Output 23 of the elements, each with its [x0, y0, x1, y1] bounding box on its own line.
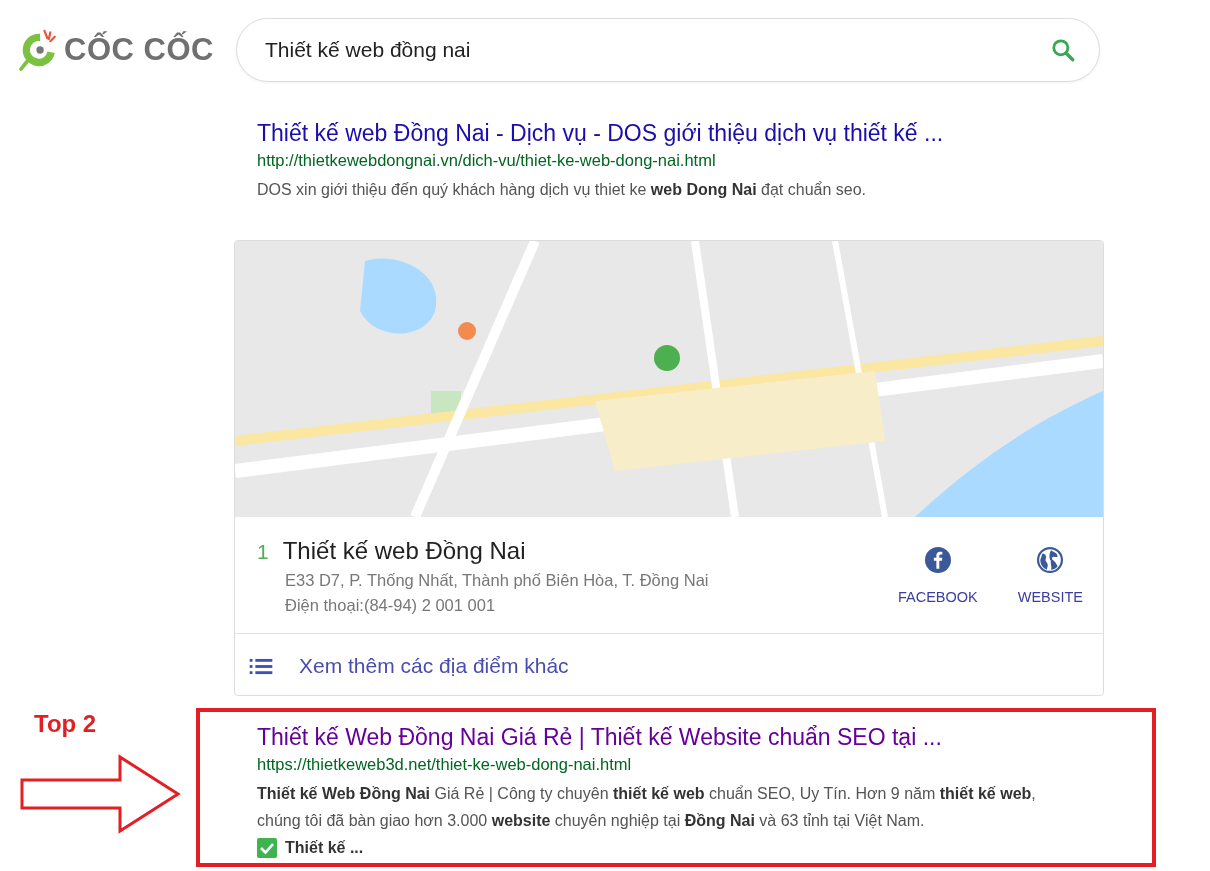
place-address: E33 D7, P. Thống Nhất, Thành phố Biên Hòa, T. Đồng Nai	[285, 571, 709, 590]
result-snippet: Thiết kế ...	[285, 838, 364, 858]
logo-text: CỐC CỐC	[64, 32, 214, 68]
annotation-label: Top 2	[34, 710, 97, 738]
result-title[interactable]: Thiết kế Web Đồng Nai Giá Rẻ | Thiết kế Website chuẩn SEO tại ...	[257, 724, 942, 751]
globe-icon	[1037, 547, 1064, 573]
place-number: 1	[257, 540, 269, 564]
arrow-icon	[20, 754, 182, 834]
result-url: https://thietkeweb3d.net/thiet-ke-web-dong-nai.html	[257, 755, 632, 774]
checkmark-icon	[257, 837, 277, 858]
result-url: http://thietkewebdongnai.vn/dich-vu/thiet-ke-web-dong-nai.html	[257, 151, 716, 170]
facebook-link[interactable]: FACEBOOK	[897, 547, 978, 615]
list-icon	[249, 657, 273, 675]
facebook-icon	[924, 547, 951, 573]
place-name[interactable]: Thiết kế web Đồng Nai	[282, 537, 526, 565]
search-field[interactable]: Thiết kế web đồng nai	[236, 18, 1100, 82]
result-title[interactable]: Thiết kế web Đồng Nai - Dịch vụ - DOS giới thiệu dịch vụ thiết kế ...	[257, 120, 944, 147]
more-places-link[interactable]: Xem thêm các địa điểm khác	[235, 634, 1103, 695]
result-snippet: DOS xin giới thiệu đến quý khách hàng dịch vụ thiet ke web Dong Nai đạt chuẩn seo.	[257, 180, 868, 200]
result-snippet: Thiết kế Web Đồng Nai Giá Rẻ | Công ty chuyên thiết kế web chuẩn SEO, Uy Tín. Hơn 9 năm thiết kế web, chúng tôi đã bàn giao hơn 3.000 website chuyên nghiệp tại Đồng Nai và 63 tỉnh tại Việt Nam.	[257, 784, 1037, 831]
search-icon[interactable]	[1050, 37, 1076, 63]
website-link[interactable]: WEBSITE	[1017, 547, 1083, 615]
place-phone: Điện thoại:(84-94) 2 001 001	[285, 596, 497, 615]
